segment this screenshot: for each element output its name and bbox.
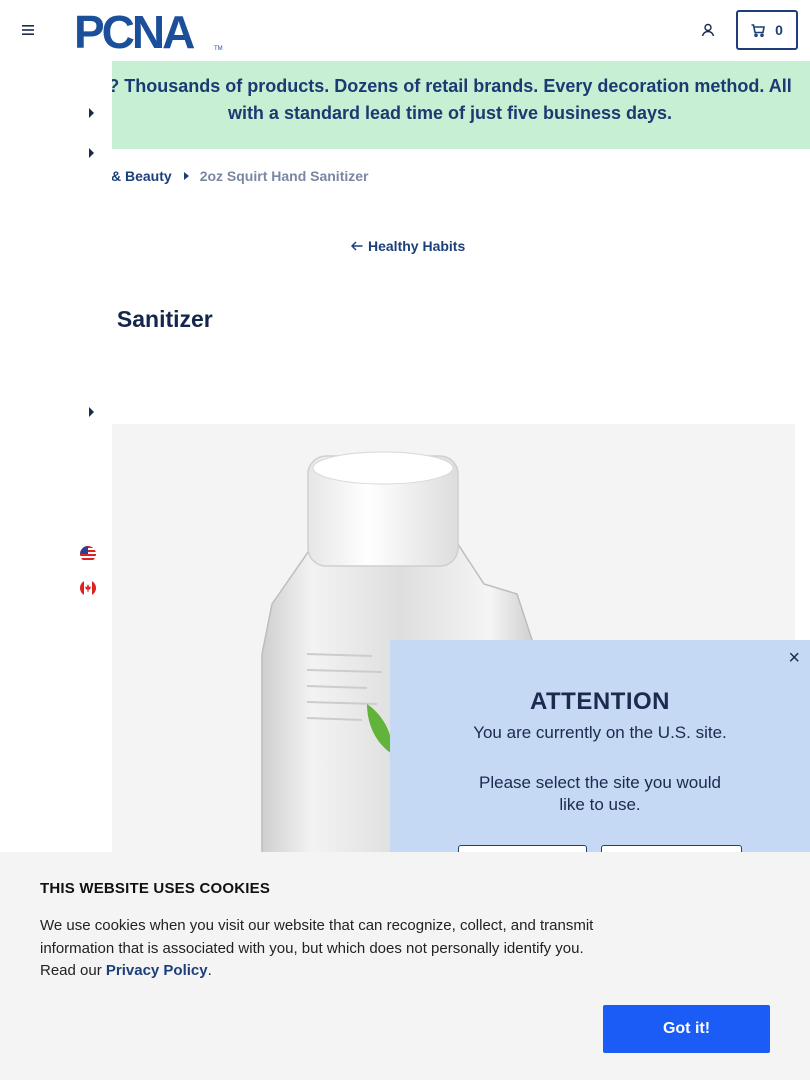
logo-text: PCNA xyxy=(74,8,194,52)
caret-right-icon[interactable] xyxy=(87,147,95,159)
breadcrumb: lth & Beauty 2oz Squirt Hand Sanitizer xyxy=(90,166,369,186)
back-link-label: Healthy Habits xyxy=(368,238,466,254)
promo-text: ? Thousands of products. Dozens of retai… xyxy=(112,76,792,123)
close-icon[interactable]: × xyxy=(788,648,800,668)
caret-right-icon[interactable] xyxy=(87,107,95,119)
cart-button[interactable]: 0 xyxy=(736,10,798,50)
arrow-left-icon xyxy=(351,241,363,251)
site-header: PCNA TM 0 xyxy=(0,0,810,61)
cookie-banner: THIS WEBSITE USES COOKIES We use cookies… xyxy=(0,852,810,1080)
cookie-title: THIS WEBSITE USES COOKIES xyxy=(40,880,271,897)
privacy-policy-link[interactable]: Privacy Policy xyxy=(106,962,208,979)
cookie-body-period: . xyxy=(207,962,212,979)
attention-prompt: Please select the site you would like to… xyxy=(479,773,721,814)
us-flag-icon[interactable] xyxy=(80,546,96,562)
breadcrumb-separator-icon xyxy=(183,172,189,180)
attention-title: ATTENTION xyxy=(529,688,671,715)
attention-message: You are currently on the U.S. site. xyxy=(473,723,727,742)
cart-icon xyxy=(751,23,766,37)
cookie-body: We use cookies when you visit our websit… xyxy=(40,915,610,983)
back-link[interactable]: Healthy Habits xyxy=(351,238,465,254)
breadcrumb-current: 2oz Squirt Hand Sanitizer xyxy=(199,168,369,184)
site-selector-dialog: × ATTENTION You are currently on the U.S… xyxy=(390,640,810,885)
menu-icon[interactable] xyxy=(18,20,38,40)
canada-flag-icon[interactable] xyxy=(80,580,96,596)
cart-count: 0 xyxy=(775,22,783,38)
caret-right-icon[interactable] xyxy=(87,406,95,418)
pcna-logo[interactable]: PCNA TM xyxy=(74,6,224,58)
logo-trademark: TM xyxy=(214,46,223,52)
account-icon[interactable] xyxy=(697,19,719,41)
accept-cookies-button[interactable]: Got it! xyxy=(603,1005,770,1053)
promo-banner: ? Thousands of products. Dozens of retai… xyxy=(112,61,810,149)
